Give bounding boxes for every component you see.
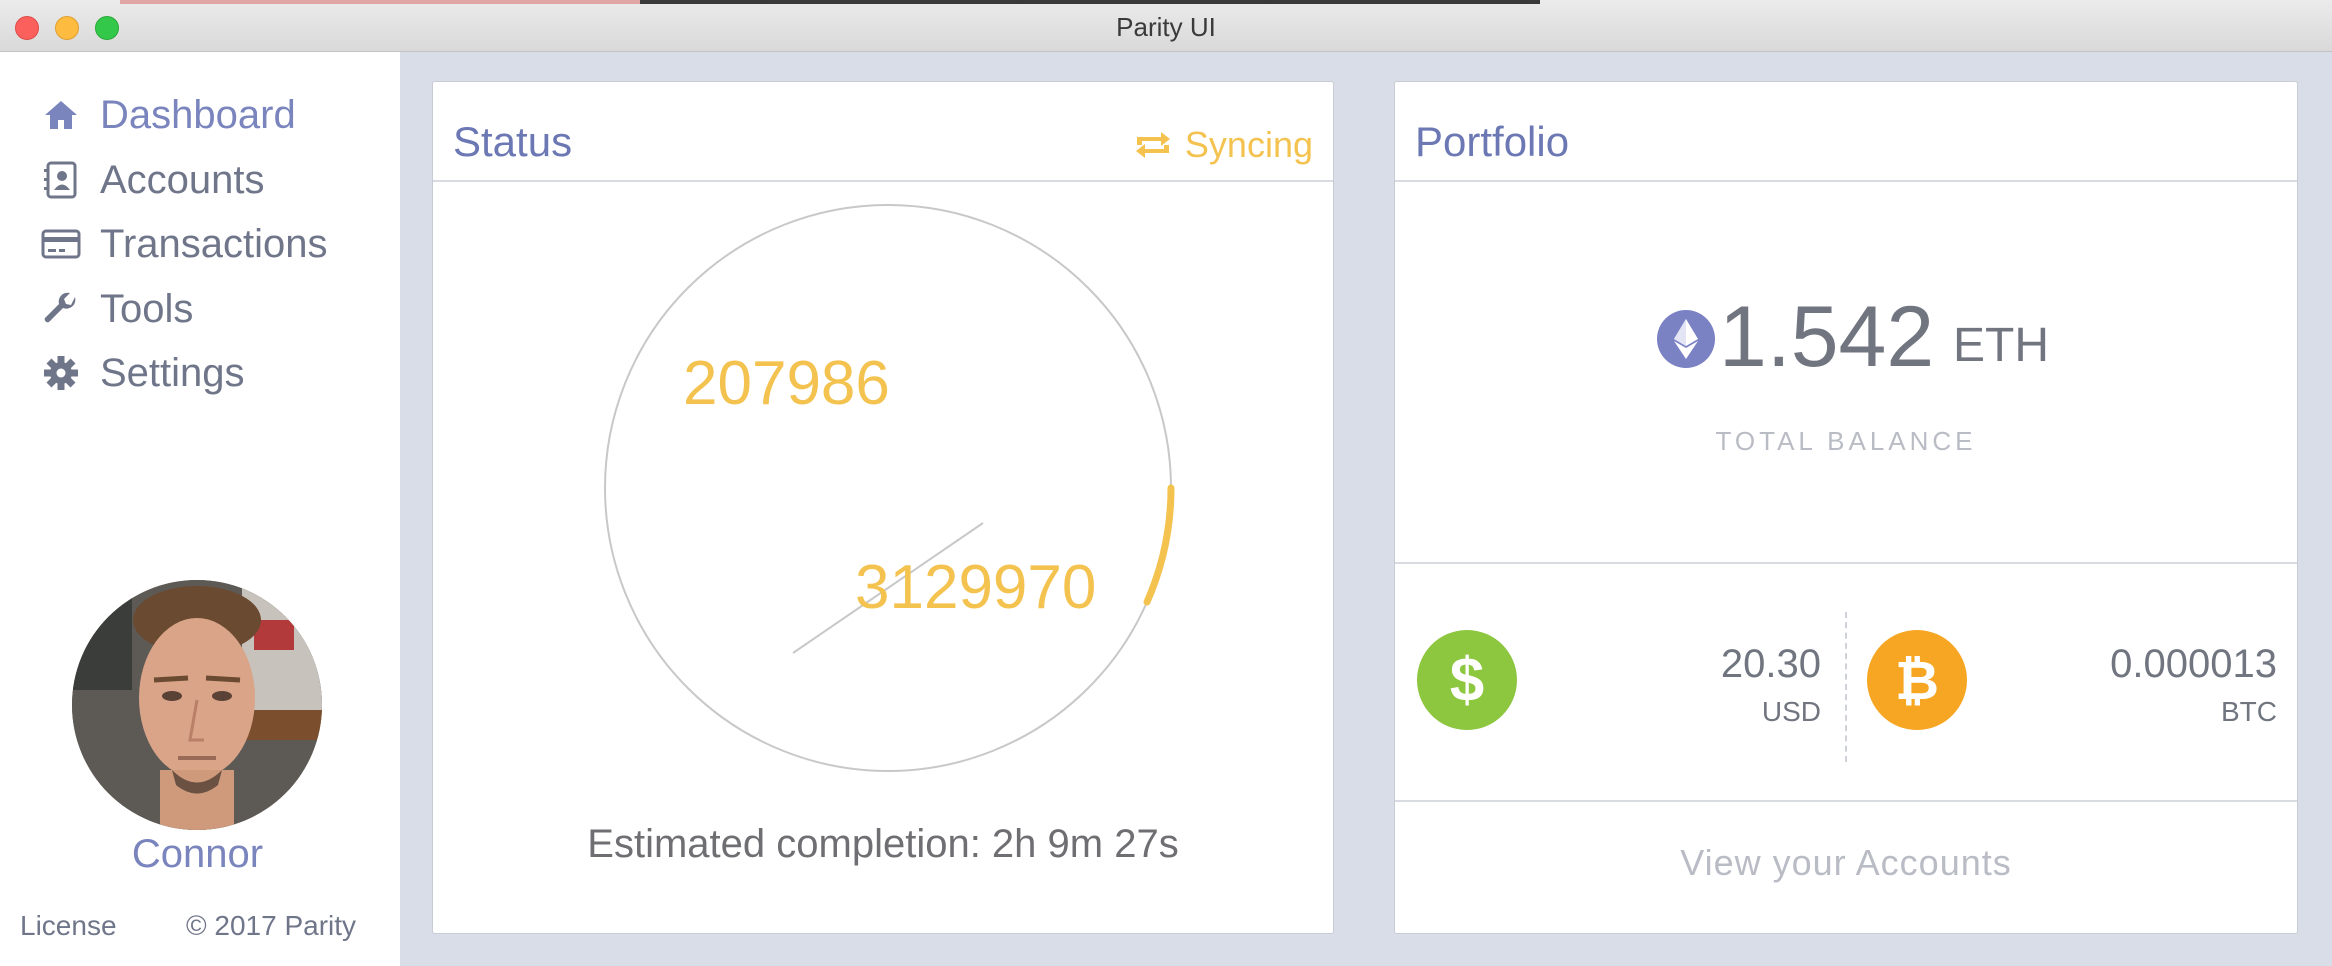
sync-status-label: Syncing xyxy=(1184,124,1313,165)
sidebar-item-label: Accounts xyxy=(100,157,265,202)
sync-progress-arc xyxy=(1143,484,1175,606)
user-name[interactable]: Connor xyxy=(0,832,395,877)
btc-unit: BTC xyxy=(2221,696,2277,727)
ethereum-icon xyxy=(1657,310,1715,368)
total-balance-unit: ETH xyxy=(1953,319,2049,372)
window-titlebar: Parity UI xyxy=(0,0,2332,52)
background-strip-dark xyxy=(640,0,1540,4)
sidebar-item-label: Tools xyxy=(100,286,194,331)
status-card-header: Status Syncing xyxy=(433,82,1333,182)
usd-amount: 20.30 xyxy=(1720,642,1821,686)
sync-progress-dial xyxy=(604,204,1175,772)
dial-ring xyxy=(604,204,1172,772)
credit-card-icon xyxy=(40,223,82,265)
svg-text:₿: ₿ xyxy=(1895,649,1939,712)
portfolio-card-header: Portfolio xyxy=(1395,82,2297,182)
sidebar-item-label: Dashboard xyxy=(100,92,296,137)
sidebar-item-dashboard[interactable]: Dashboard xyxy=(40,85,296,145)
current-block-number: 207986 xyxy=(683,349,890,418)
portfolio-card: Portfolio 1.542 ETH TOTAL BALANCE $ 20.3… xyxy=(1394,81,2298,934)
sidebar-item-settings[interactable]: Settings xyxy=(40,343,245,403)
window-title: Parity UI xyxy=(1116,12,1216,42)
sidebar: Dashboard Accounts Transactions Tools Se… xyxy=(0,52,400,966)
background-strip xyxy=(120,0,640,4)
sidebar-item-transactions[interactable]: Transactions xyxy=(40,214,328,274)
wrench-icon xyxy=(40,288,82,330)
total-balance-label: TOTAL BALANCE xyxy=(1715,426,1977,456)
portfolio-title: Portfolio xyxy=(1415,118,1570,165)
status-card: Status Syncing 207986 3129970 Estimated … xyxy=(432,81,1334,934)
highest-block-number: 3129970 xyxy=(855,553,1097,622)
sidebar-item-label: Transactions xyxy=(100,221,328,266)
dollar-icon: $ xyxy=(1417,630,1517,730)
avatar[interactable] xyxy=(72,580,322,830)
user-photo xyxy=(72,580,322,830)
gear-icon xyxy=(40,352,82,394)
sync-status: Syncing xyxy=(1133,124,1313,166)
usd-unit: USD xyxy=(1761,696,1821,727)
status-title: Status xyxy=(453,118,573,165)
svg-text:$: $ xyxy=(1450,646,1484,715)
sidebar-item-label: Settings xyxy=(100,350,245,395)
bitcoin-icon: ₿ xyxy=(1867,630,1967,730)
license-link[interactable]: License xyxy=(20,910,117,942)
sidebar-item-tools[interactable]: Tools xyxy=(40,279,193,339)
copyright-text: © 2017 Parity xyxy=(186,910,357,941)
view-accounts-link[interactable]: View your Accounts xyxy=(1395,842,2297,884)
portfolio-divider-bottom xyxy=(1395,800,2297,802)
total-balance-amount: 1.542 xyxy=(1719,289,1935,385)
estimated-completion: Estimated completion: 2h 9m 27s xyxy=(587,822,1179,866)
portfolio-divider-top xyxy=(1395,562,2297,564)
sync-arrows-icon xyxy=(1135,132,1170,158)
currency-divider xyxy=(1845,612,1847,762)
sidebar-item-accounts[interactable]: Accounts xyxy=(40,150,265,210)
btc-amount: 0.000013 xyxy=(2110,642,2277,686)
home-icon xyxy=(40,94,82,136)
contact-book-icon xyxy=(40,159,82,201)
